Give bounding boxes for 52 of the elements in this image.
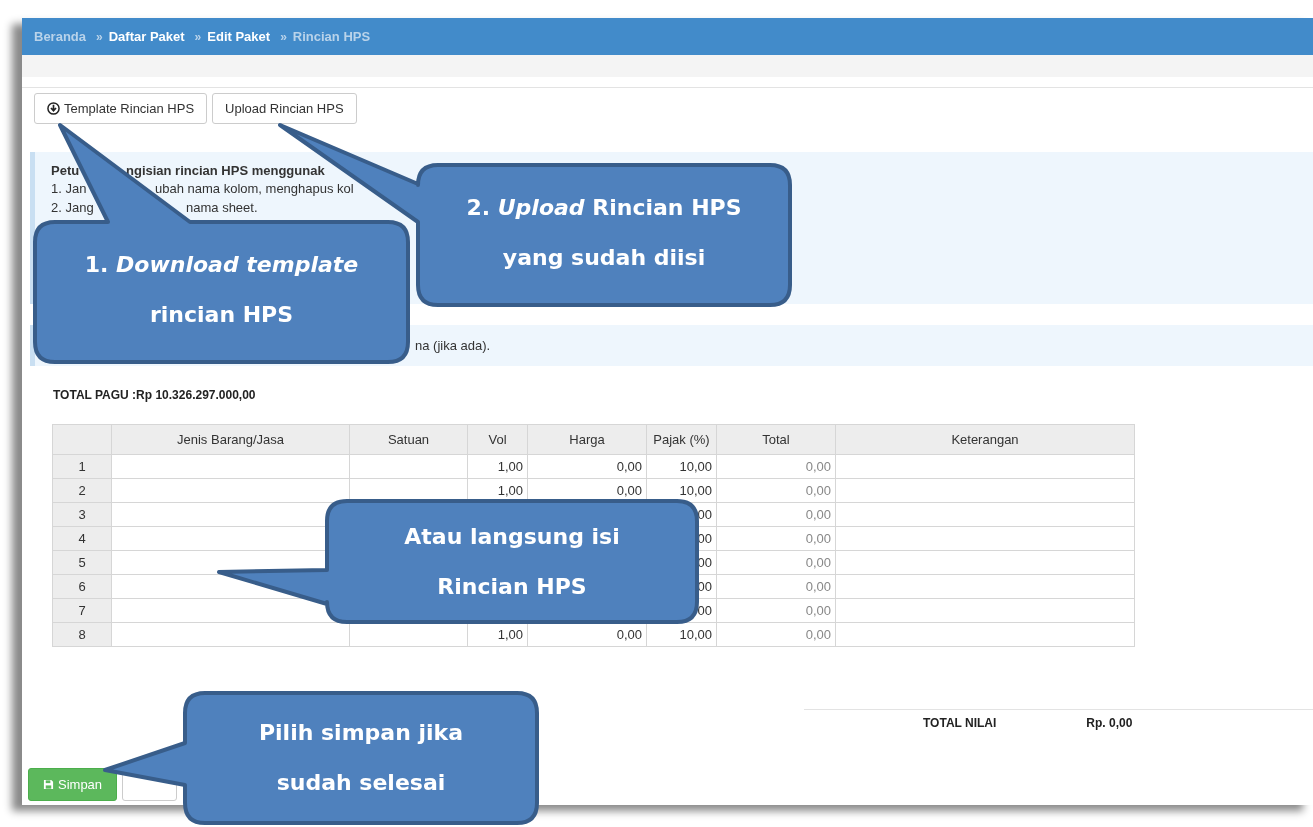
download-icon [47,102,60,115]
column-header: Keterangan [835,424,1135,455]
total-label: TOTAL NILAI [923,716,997,732]
upload-button[interactable]: Upload Rincian HPS [212,93,357,124]
instruction-text: 1. Jan [51,181,87,197]
instruction-text: 2. Jang [51,200,94,216]
table-cell: 0,00 [716,526,836,551]
column-header: Harga [527,424,647,455]
table-cell: 0,00 [716,598,836,623]
instructions-heading: Petu [51,163,80,179]
breadcrumb-separator: » [194,29,202,44]
table-cell: 10,00 [646,454,717,479]
breadcrumb-link[interactable]: Daftar Paket [108,29,185,44]
table-cell: 6 [52,574,112,599]
table-cell: 0,00 [527,454,647,479]
instruction-text: nama sheet. [186,200,258,216]
instruction-text: ubah nama kolom, menghapus kol [155,181,354,197]
breadcrumb-link[interactable]: Beranda [34,29,87,44]
total-value: Rp. 0,00 [1086,716,1133,732]
callout-text: 1. Download template rincian HPS [84,251,359,329]
breadcrumb-link[interactable]: Rincian HPS [292,29,371,44]
table-cell: 7 [52,598,112,623]
callout-text: 2. Upload Rincian HPS yang sudah diisi [466,194,742,272]
column-header: Vol [467,424,528,455]
total-pagu: TOTAL PAGU :Rp 10.326.297.000,00 [53,388,257,402]
save-button[interactable]: Simpan [28,768,118,801]
note-text: na (jika ada). [415,338,491,354]
column-header: Jenis Barang/Jasa [111,424,350,455]
table-cell: 2 [52,478,112,503]
breadcrumb-link[interactable]: Edit Paket [207,29,271,44]
breadcrumb-separator: » [96,29,103,44]
table-cell: 0,00 [716,478,836,503]
column-header: Satuan [349,424,468,455]
table-cell: 8 [52,622,112,647]
table-cell: 4 [52,526,112,551]
breadcrumb-separator: » [280,29,287,44]
column-header: Pajak (%) [646,424,717,455]
table-cell: 0,00 [716,622,836,647]
table-cell: 1,00 [467,454,528,479]
download-template-button[interactable]: Template Rincian HPS [34,93,208,124]
instructions-heading: ngisian rincian HPS menggunak [126,163,325,179]
table-cell: 0,00 [716,502,836,527]
table-cell: 0,00 [716,550,836,575]
callout-text: Atau langsung isi Rincian HPS [404,522,620,601]
callout-text: Pilih simpan jika sudah selesai [258,719,464,797]
table-cell: 3 [52,502,112,527]
table-cell: 0,00 [716,454,836,479]
table-cell: 1 [52,454,112,479]
table-cell: 5 [52,550,112,575]
column-header: Total [716,424,836,455]
table-cell: 0,00 [716,574,836,599]
save-icon [43,779,54,790]
